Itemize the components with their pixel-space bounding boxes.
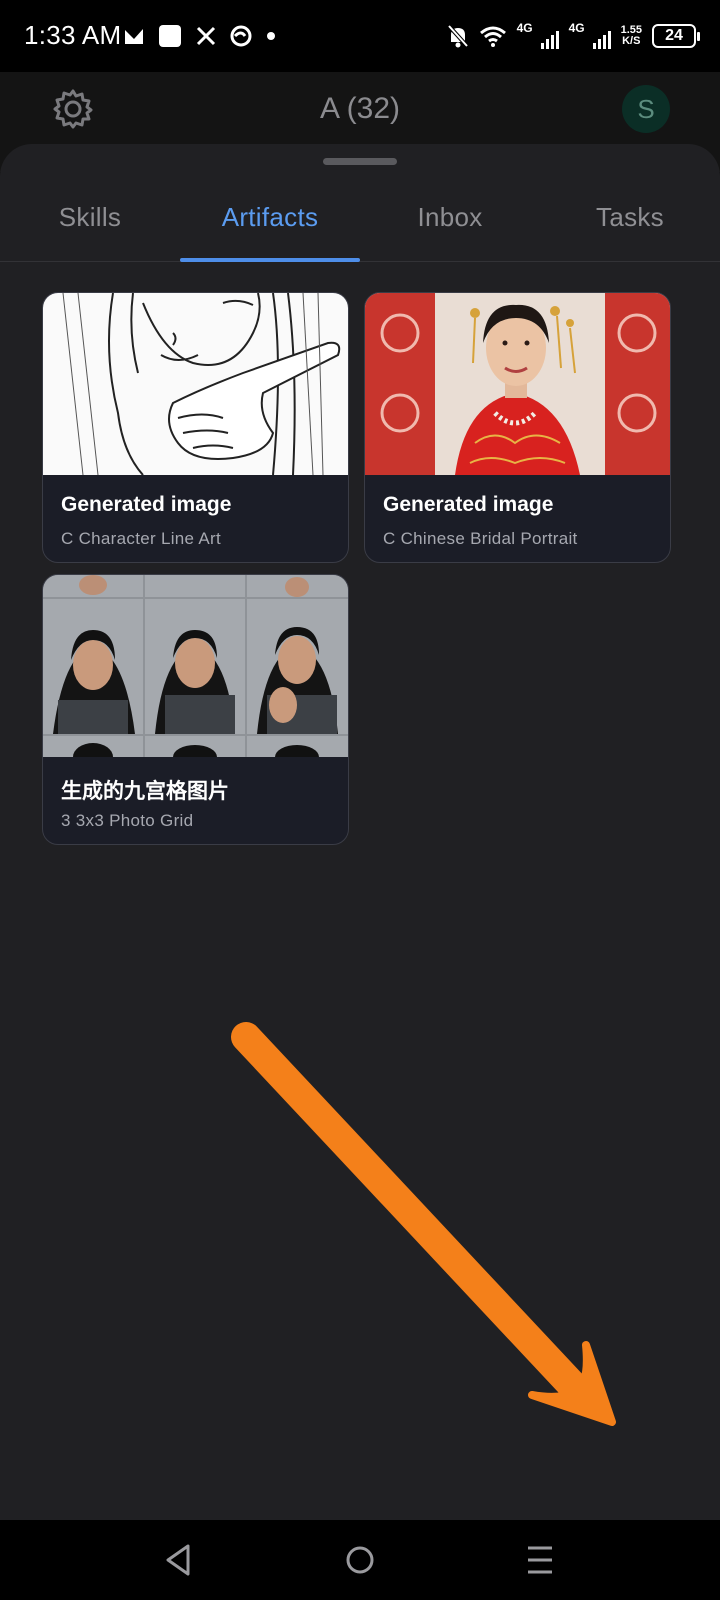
artifact-title: Generated image	[61, 493, 232, 516]
artifact-thumbnail	[365, 293, 670, 475]
artifact-card-photo-grid[interactable]: 生成的九宫格图片 3 3x3 Photo Grid	[42, 574, 349, 845]
wifi-icon	[479, 26, 506, 47]
system-nav-bar	[0, 1520, 720, 1600]
chat-bubble-icon	[230, 25, 252, 47]
notification-icons	[124, 22, 276, 50]
artifact-thumbnail	[43, 575, 348, 757]
artifact-title: Generated image	[383, 493, 554, 516]
menu-icon[interactable]	[516, 1536, 564, 1584]
tab-skills[interactable]: Skills	[2, 202, 178, 233]
artifact-subtitle: C Character Line Art	[61, 529, 222, 548]
sheet-drag-handle[interactable]	[323, 158, 397, 165]
status-time: 1:33 AM	[24, 20, 122, 50]
tab-artifacts[interactable]: Artifacts	[182, 202, 358, 233]
gallery-icon	[125, 29, 143, 44]
artifact-thumbnail	[43, 293, 348, 475]
speed-unit: K/S	[622, 35, 641, 47]
home-icon[interactable]	[336, 1536, 384, 1584]
artifacts-sheet: Skills Artifacts Inbox Tasks Generated i…	[0, 144, 720, 1520]
battery-level: 24	[665, 27, 683, 44]
artifact-title: 生成的九宫格图片	[61, 780, 229, 803]
back-icon[interactable]	[154, 1536, 202, 1584]
x-icon	[196, 26, 216, 46]
avatar[interactable]: S	[622, 85, 670, 133]
network-type-1: 4G	[516, 21, 533, 35]
network-speed: 1.55 K/S	[621, 25, 642, 47]
tab-tasks[interactable]: Tasks	[542, 202, 718, 233]
dot-icon	[267, 32, 275, 40]
network-type-2: 4G	[568, 21, 585, 35]
status-bar: 1:33 AM 4G 4G 1.55 K/S 24	[0, 0, 720, 72]
tab-inbox[interactable]: Inbox	[362, 202, 538, 233]
artifact-subtitle: C Chinese Bridal Portrait	[383, 529, 578, 548]
battery-icon: 24	[652, 24, 700, 48]
artifact-card-line-art[interactable]: Generated image C Character Line Art	[42, 292, 349, 563]
mute-bell-icon	[447, 24, 469, 48]
tab-bar: Skills Artifacts Inbox Tasks	[0, 184, 720, 262]
square-app-icon	[159, 25, 181, 47]
artifact-card-bridal-portrait[interactable]: Generated image C Chinese Bridal Portrai…	[364, 292, 671, 563]
page-title: A (32)	[319, 92, 401, 125]
signal-icon-2: 4G	[569, 21, 611, 51]
artifact-subtitle: 3 3x3 Photo Grid	[61, 811, 194, 830]
system-icons: 4G 4G 1.55 K/S 24	[447, 18, 700, 54]
active-tab-indicator	[180, 258, 360, 262]
signal-icon: 4G	[517, 21, 559, 51]
